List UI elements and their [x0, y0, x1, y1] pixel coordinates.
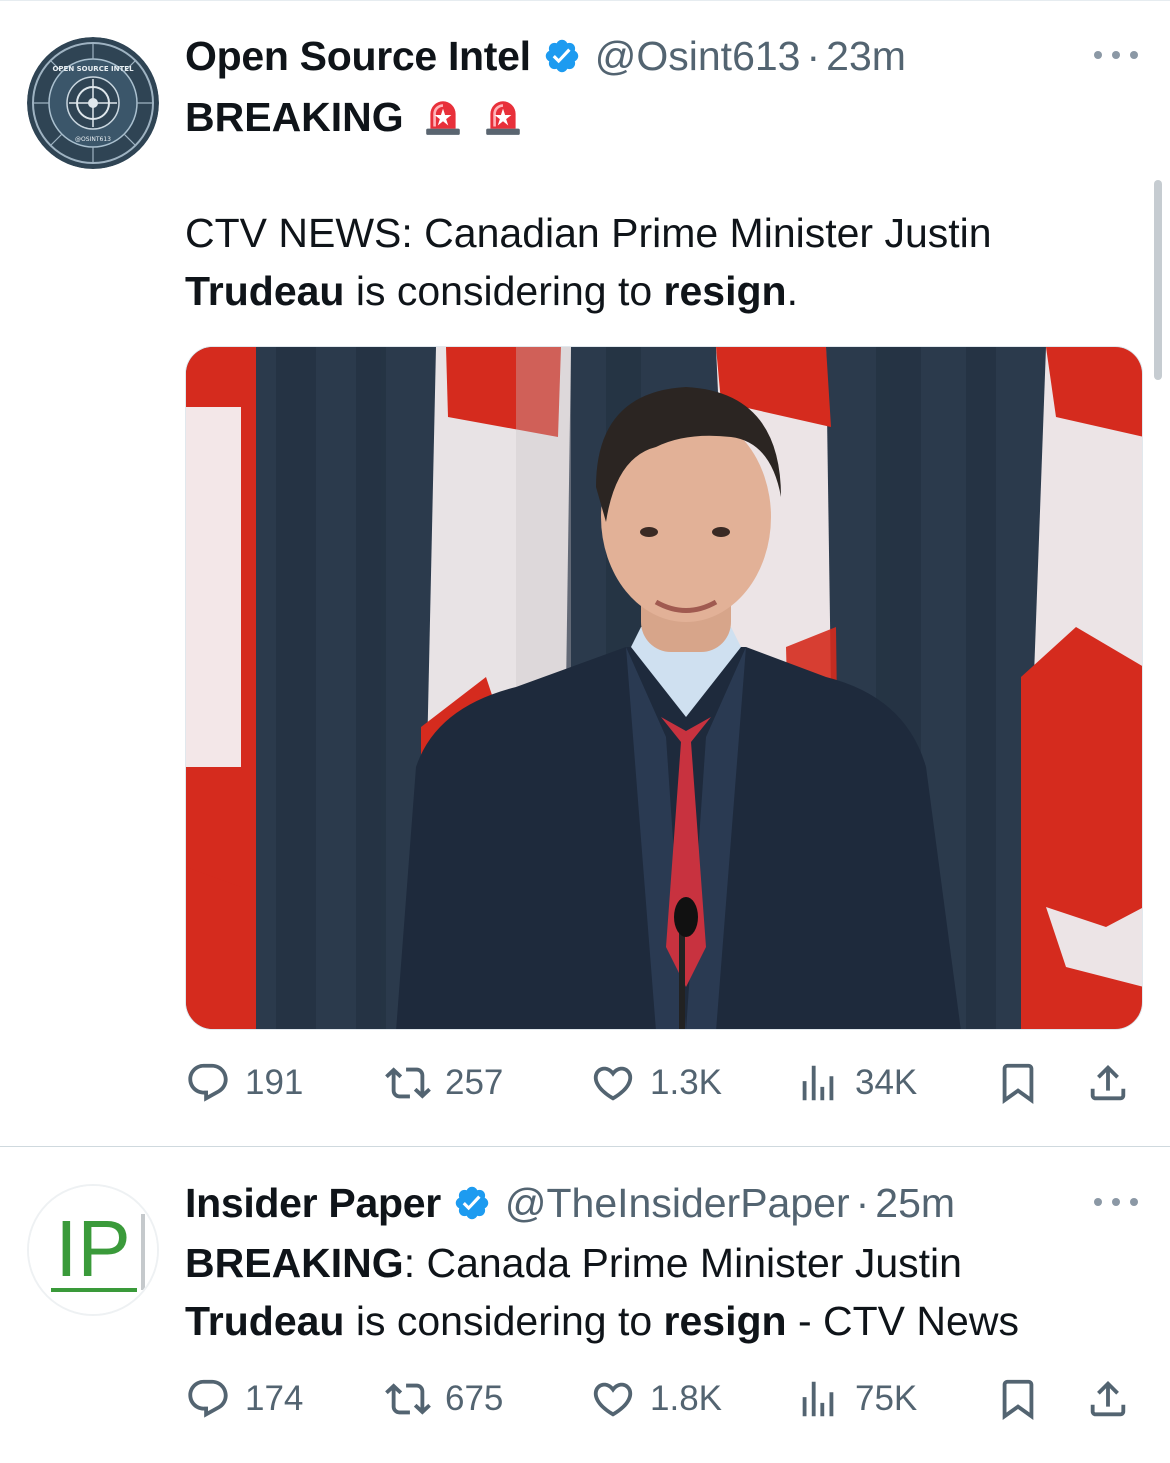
- tweet-open-source-intel[interactable]: OPEN SOURCE INTEL @OSINT613 Open Source …: [0, 0, 1170, 1146]
- headline-text: BREAKING: [185, 94, 404, 140]
- tweet-text: BREAKING: Canada Prime Minister Justin T…: [185, 1234, 1019, 1350]
- tweet-text-line-1: BREAKING: Canada Prime Minister Justin: [185, 1240, 962, 1286]
- police-car-light-icon: [425, 101, 460, 135]
- reply-button[interactable]: 174: [185, 1374, 303, 1424]
- tweet-actions: 174 675 1.8K 75K: [185, 1374, 1135, 1424]
- like-button[interactable]: 1.8K: [590, 1374, 722, 1424]
- reply-count: 191: [245, 1063, 304, 1102]
- reply-button[interactable]: 191: [185, 1058, 303, 1108]
- tweet-insider-paper[interactable]: IP Insider Paper @TheInsiderPaper · 25m …: [0, 1147, 1170, 1463]
- repost-button[interactable]: 257: [385, 1058, 503, 1108]
- timestamp[interactable]: 25m: [875, 1180, 955, 1227]
- bookmark-button[interactable]: [995, 1374, 1041, 1424]
- timestamp[interactable]: 23m: [826, 33, 906, 80]
- reply-icon: [188, 1379, 228, 1418]
- scrollbar[interactable]: [1154, 180, 1162, 380]
- tweet-actions: 191 257 1.3K 34K: [185, 1058, 1135, 1108]
- views-button[interactable]: 34K: [795, 1058, 917, 1108]
- share-icon: [1090, 1064, 1126, 1101]
- handle[interactable]: @Osint613: [595, 33, 801, 80]
- more-options-icon[interactable]: [1094, 1187, 1138, 1217]
- bookmark-icon: [1002, 1063, 1034, 1104]
- heart-icon: [593, 1066, 633, 1101]
- tweet-text-line-2: Trudeau is considering to resign - CTV N…: [185, 1298, 1019, 1344]
- repost-icon: [385, 1383, 431, 1415]
- separator-dot: ·: [855, 1179, 870, 1226]
- verified-badge-icon: [545, 39, 578, 73]
- osint-logo-bottom-text: @OSINT613: [75, 136, 111, 143]
- tweet-text: CTV NEWS: Canadian Prime Minister Justin…: [185, 204, 992, 320]
- avatar-insider-paper[interactable]: IP: [27, 1184, 159, 1316]
- ip-logo-text: IP: [55, 1204, 131, 1293]
- handle[interactable]: @TheInsiderPaper: [505, 1180, 850, 1227]
- canadian-flag-left: [186, 347, 256, 1029]
- views-chart-icon: [802, 1065, 834, 1101]
- share-icon: [1090, 1380, 1126, 1417]
- breaking-headline: BREAKING: [185, 88, 524, 146]
- like-count: 1.8K: [650, 1379, 722, 1418]
- views-count: 34K: [855, 1063, 918, 1102]
- share-button[interactable]: [1085, 1374, 1131, 1424]
- display-name[interactable]: Open Source Intel: [185, 33, 531, 80]
- like-count: 1.3K: [650, 1063, 722, 1102]
- press-photo-illustration: [186, 347, 1142, 1029]
- repost-button[interactable]: 675: [385, 1374, 503, 1424]
- views-count: 75K: [855, 1379, 918, 1418]
- like-button[interactable]: 1.3K: [590, 1058, 722, 1108]
- separator-dot: ·: [806, 32, 821, 79]
- reply-count: 174: [245, 1379, 304, 1418]
- heart-icon: [593, 1382, 633, 1417]
- more-options-icon[interactable]: [1094, 40, 1138, 70]
- verified-badge-icon: [455, 1186, 489, 1220]
- tweet-image-press-photo[interactable]: [185, 346, 1143, 1030]
- osint-logo-top-text: OPEN SOURCE INTEL: [52, 65, 134, 73]
- tweet-header: Insider Paper @TheInsiderPaper · 25m: [185, 1178, 955, 1228]
- bookmark-icon: [1002, 1379, 1034, 1420]
- tweet-text-line-2: Trudeau is considering to resign.: [185, 268, 798, 314]
- bookmark-button[interactable]: [995, 1058, 1041, 1108]
- repost-count: 675: [445, 1379, 504, 1418]
- insider-paper-logo: IP: [29, 1186, 157, 1314]
- repost-count: 257: [445, 1063, 504, 1102]
- display-name[interactable]: Insider Paper: [185, 1180, 441, 1227]
- tweet-header: Open Source Intel @Osint613 · 23m: [185, 31, 906, 81]
- views-chart-icon: [802, 1381, 834, 1417]
- share-button[interactable]: [1085, 1058, 1131, 1108]
- police-car-light-icon: [485, 101, 520, 135]
- tweet-text-line-1: CTV NEWS: Canadian Prime Minister Justin: [185, 210, 992, 256]
- avatar-open-source-intel[interactable]: OPEN SOURCE INTEL @OSINT613: [27, 37, 159, 169]
- osint-logo: OPEN SOURCE INTEL @OSINT613: [27, 37, 159, 169]
- repost-icon: [385, 1067, 431, 1099]
- reply-icon: [188, 1063, 228, 1102]
- views-button[interactable]: 75K: [795, 1374, 917, 1424]
